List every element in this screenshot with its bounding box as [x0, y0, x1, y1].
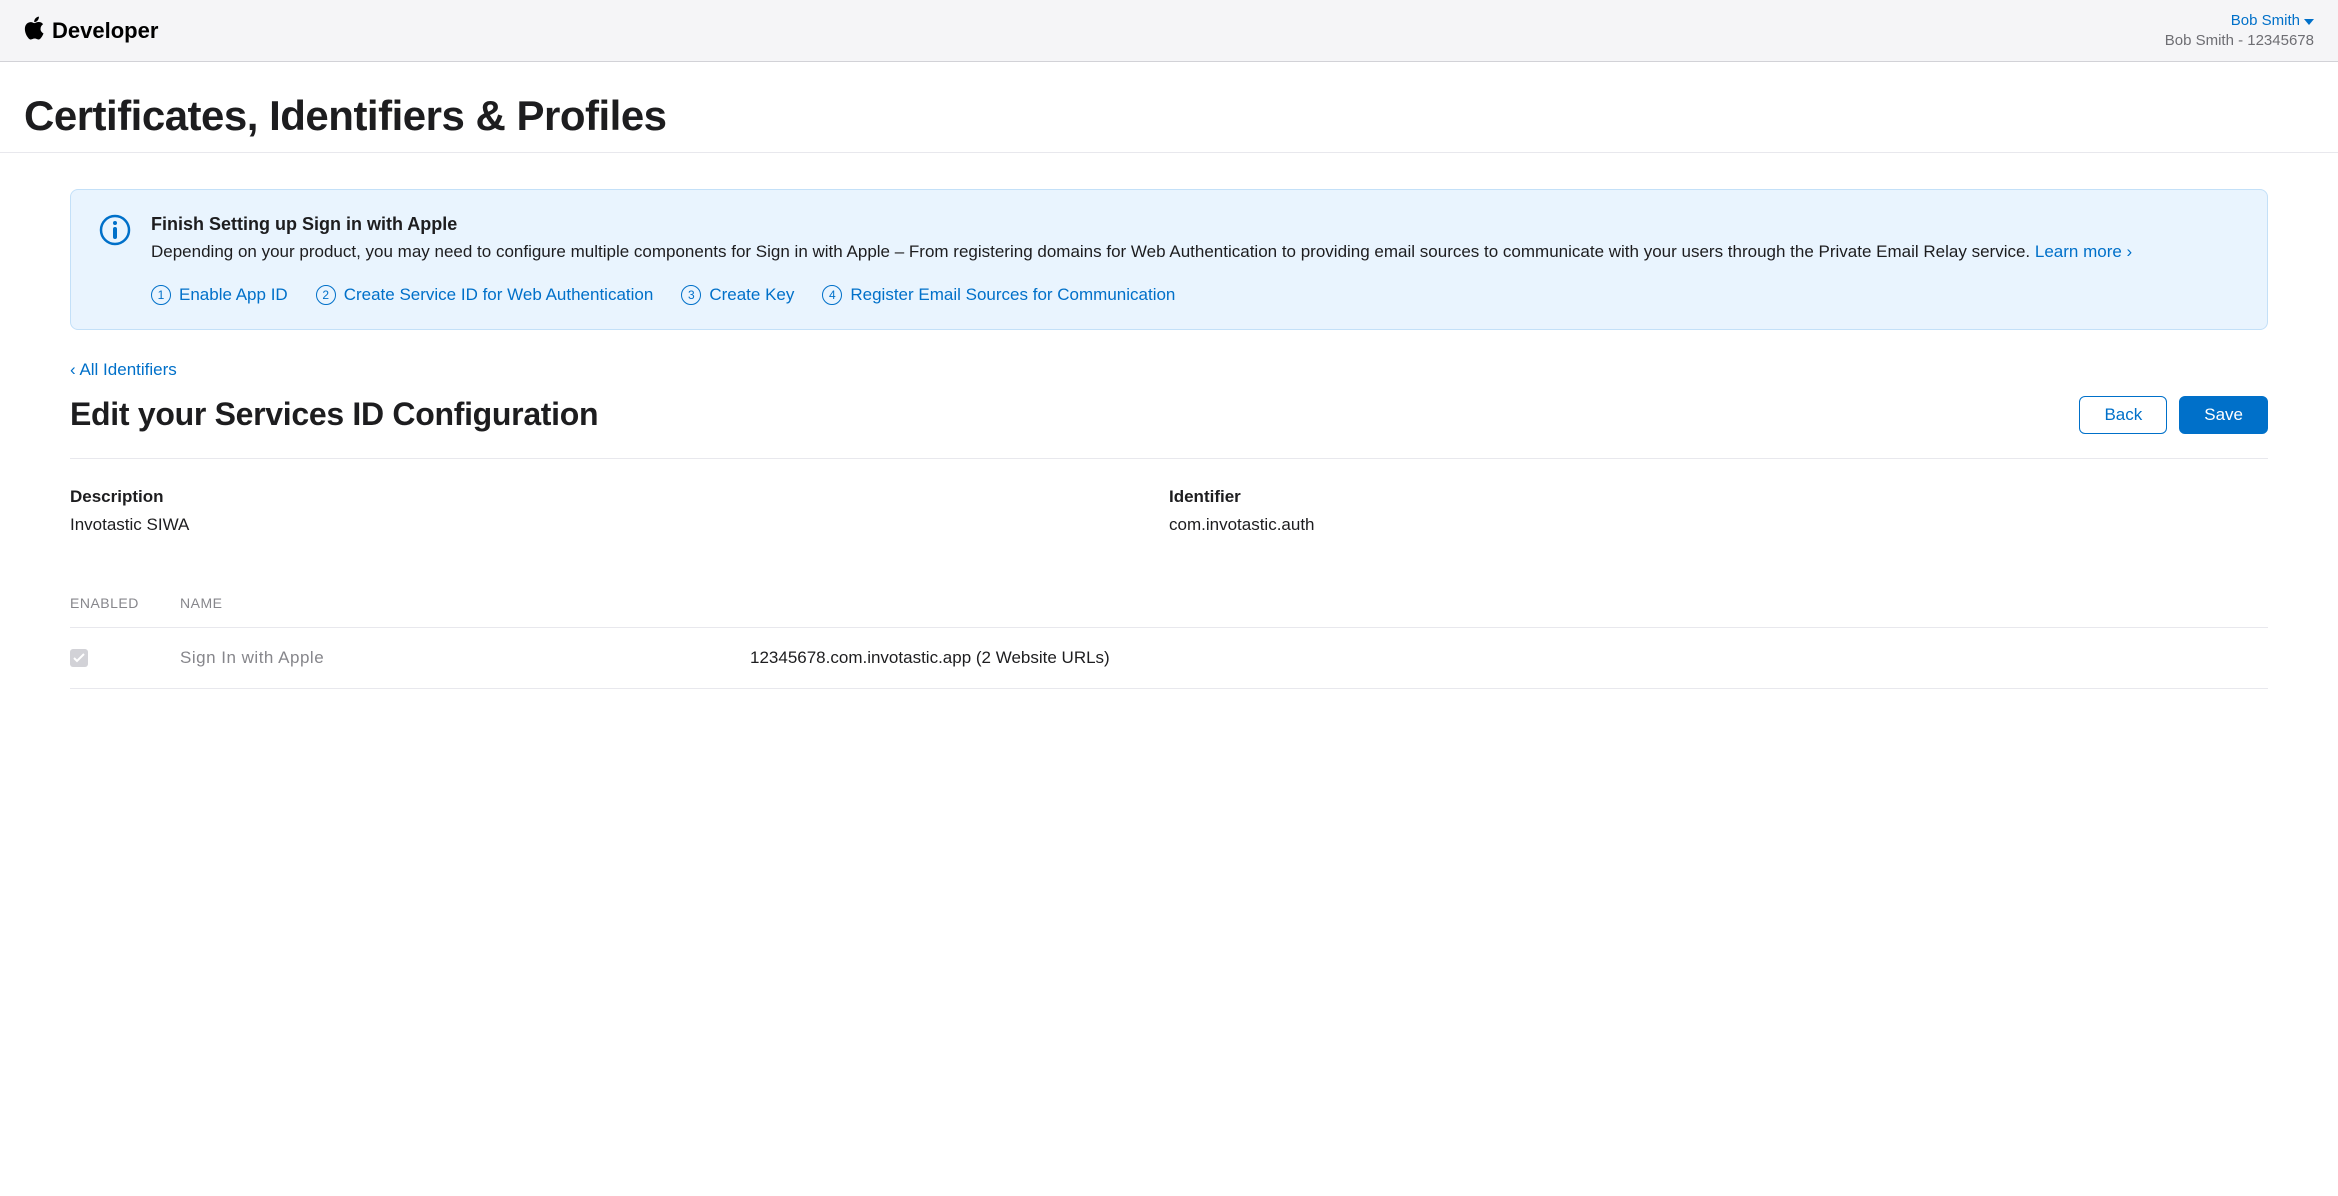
info-icon: [99, 214, 131, 246]
save-button[interactable]: Save: [2179, 396, 2268, 434]
back-button[interactable]: Back: [2079, 396, 2167, 434]
user-name-text: Bob Smith: [2231, 12, 2300, 29]
back-to-identifiers-link[interactable]: ‹ All Identifiers: [70, 360, 177, 380]
step-create-key[interactable]: 3 Create Key: [681, 285, 794, 305]
column-header-name: NAME: [180, 595, 750, 611]
info-banner-description: Depending on your product, you may need …: [151, 239, 2239, 265]
capability-config: 12345678.com.invotastic.app (2 Website U…: [750, 648, 2268, 668]
column-header-enabled: ENABLED: [70, 595, 180, 611]
capability-name: Sign In with Apple: [180, 648, 750, 668]
user-menu[interactable]: Bob Smith: [2231, 12, 2314, 29]
header-brand[interactable]: Developer: [24, 16, 158, 45]
info-banner-steps: 1 Enable App ID 2 Create Service ID for …: [151, 285, 2239, 305]
user-team-text: Bob Smith - 12345678: [2165, 32, 2314, 49]
description-value: Invotastic SIWA: [70, 515, 1169, 535]
identifier-label: Identifier: [1169, 487, 2268, 507]
section-title: Edit your Services ID Configuration: [70, 396, 598, 433]
apple-logo-icon: [24, 16, 44, 45]
step-number-icon: 4: [822, 285, 842, 305]
chevron-down-icon: [2304, 12, 2314, 29]
capabilities-table: ENABLED NAME Sign In with Apple 12345678…: [70, 595, 2268, 689]
detail-row: Description Invotastic SIWA Identifier c…: [70, 487, 2268, 535]
global-header: Developer Bob Smith Bob Smith - 12345678: [0, 0, 2338, 62]
learn-more-link[interactable]: Learn more ›: [2035, 242, 2132, 261]
section-header: Edit your Services ID Configuration Back…: [70, 396, 2268, 459]
description-label: Description: [70, 487, 1169, 507]
step-number-icon: 3: [681, 285, 701, 305]
step-number-icon: 1: [151, 285, 171, 305]
info-banner: Finish Setting up Sign in with Apple Dep…: [70, 189, 2268, 330]
table-row: Sign In with Apple 12345678.com.invotast…: [70, 628, 2268, 689]
header-user-section: Bob Smith Bob Smith - 12345678: [2165, 12, 2314, 49]
table-header: ENABLED NAME: [70, 595, 2268, 628]
checkmark-icon: [73, 650, 85, 666]
step-register-email-sources[interactable]: 4 Register Email Sources for Communicati…: [822, 285, 1175, 305]
capability-checkbox[interactable]: [70, 649, 88, 667]
identifier-value: com.invotastic.auth: [1169, 515, 2268, 535]
step-number-icon: 2: [316, 285, 336, 305]
info-banner-title: Finish Setting up Sign in with Apple: [151, 214, 2239, 235]
step-create-service-id[interactable]: 2 Create Service ID for Web Authenticati…: [316, 285, 654, 305]
developer-brand-text: Developer: [52, 18, 158, 44]
page-title: Certificates, Identifiers & Profiles: [0, 62, 2338, 153]
step-enable-app-id[interactable]: 1 Enable App ID: [151, 285, 288, 305]
